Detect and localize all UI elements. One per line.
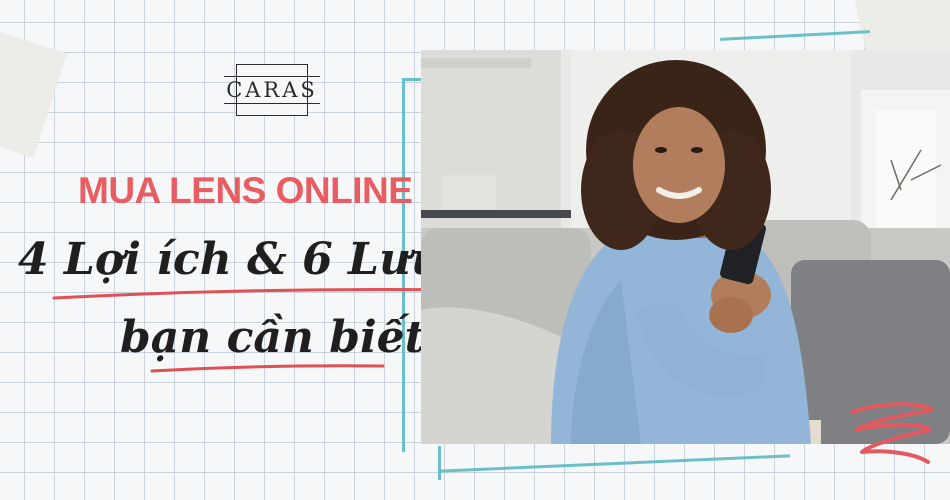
headline-line-2: 4 Lợi ích & 6 Lưu ý [18, 234, 484, 285]
headline-line-3: bạn cần biết [120, 312, 425, 363]
underline-stroke-1 [52, 287, 467, 300]
teal-frame-top [720, 30, 870, 41]
teal-frame-bottom-left [438, 446, 441, 480]
hero-photo-illustration [421, 50, 950, 444]
caras-logo: CARAS [224, 64, 320, 116]
banner-canvas: CARAS MUA LENS ONLINE 4 Lợi ích & 6 Lưu … [0, 0, 950, 500]
headline: MUA LENS ONLINE [78, 170, 413, 211]
hero-photo [421, 50, 950, 444]
teal-frame-bottom [440, 454, 790, 473]
logo-text: CARAS [224, 76, 320, 104]
red-squiggle-icon [850, 402, 934, 464]
paper-tape-left [0, 31, 68, 159]
underline-stroke-2 [150, 364, 385, 373]
